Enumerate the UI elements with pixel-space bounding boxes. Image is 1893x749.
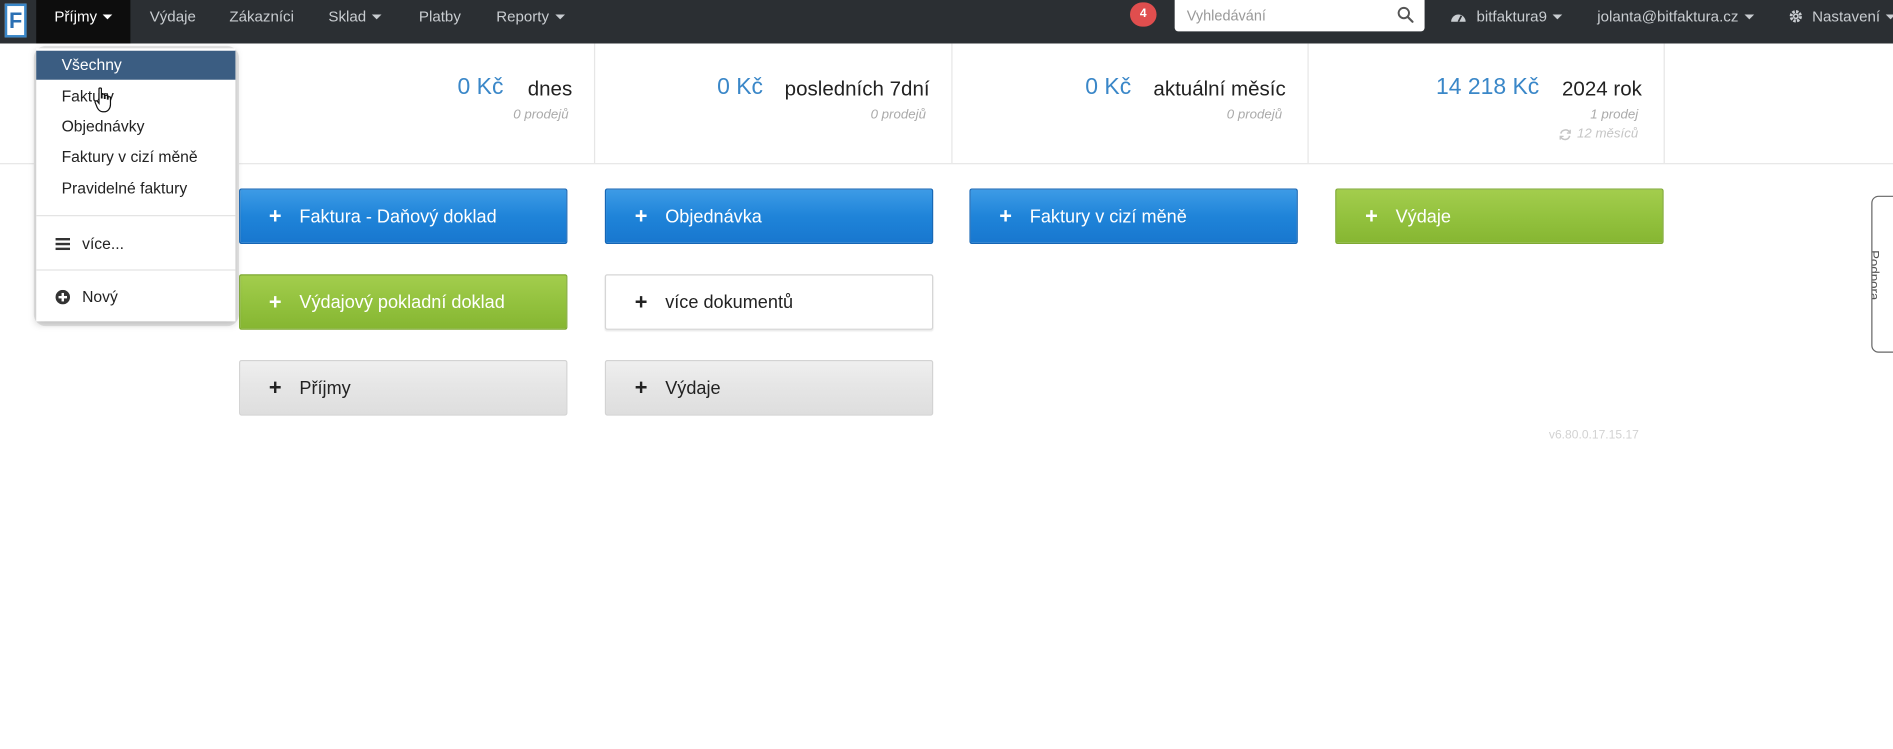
dropdown-menu: Všechny Faktury Objednávky Faktury v ciz…	[36, 48, 236, 322]
user-email: jolanta@bitfaktura.cz	[1597, 8, 1739, 26]
new-expense-receipt-button[interactable]: + Výdajový pokladní doklad	[239, 274, 568, 330]
support-tab[interactable]: Podpora	[1871, 195, 1893, 353]
plus-icon: +	[268, 375, 282, 400]
caret-down-icon	[1553, 14, 1563, 20]
nav-item-sklad[interactable]: Sklad	[328, 0, 382, 43]
notification-badge[interactable]: 4	[1130, 2, 1157, 27]
stat-year: 14 218 Kč 2024 rok 1 prodej 12 měsíců	[1309, 43, 1665, 164]
version-label: v6.80.0.17.15.17	[1548, 428, 1639, 443]
caret-down-icon	[1886, 14, 1893, 20]
account-label: bitfaktura9	[1476, 8, 1547, 26]
plus-icon: +	[1365, 204, 1378, 229]
new-expense-button[interactable]: + Výdaje	[1335, 188, 1664, 245]
menu-item-orders[interactable]: Objednávky	[36, 112, 235, 141]
settings-label: Nastavení	[1812, 8, 1881, 26]
stat-extra-label: 12 měsíců	[1576, 126, 1639, 142]
caret-down-icon	[1744, 14, 1755, 20]
stat-period: dnes	[527, 77, 573, 101]
nav-item-account[interactable]: bitfaktura9	[1450, 0, 1563, 43]
nav-item-settings[interactable]: Nastavení	[1788, 0, 1893, 43]
new-order-button[interactable]: + Objednávka	[604, 188, 934, 245]
menu-item-foreign-invoices[interactable]: Faktury v cizí měně	[36, 143, 235, 172]
stat-sales: 1 prodej	[1590, 107, 1639, 123]
button-label: Výdaje	[665, 377, 721, 399]
button-label: více dokumentů	[665, 291, 794, 313]
plus-circle-icon	[55, 289, 71, 304]
search-box	[1174, 0, 1425, 32]
caret-down-icon	[372, 14, 382, 20]
stat-today: 0 Kč dnes 0 prodejů	[238, 43, 596, 164]
top-navbar: F Příjmy Výdaje Zákazníci Sklad Platby R…	[0, 0, 1893, 44]
stat-period-toggle[interactable]: 12 měsíců	[1559, 127, 1638, 141]
income-button[interactable]: + Příjmy	[239, 360, 568, 416]
nav-item-prijmy[interactable]: Příjmy	[36, 0, 131, 44]
stat-period: posledních 7dní	[784, 77, 930, 101]
stat-month: 0 Kč aktuální měsíc 0 prodejů	[953, 43, 1309, 164]
button-label: Objednávka	[665, 205, 762, 227]
nav-item-zakaznici[interactable]: Zákazníci	[229, 0, 294, 43]
more-documents-button[interactable]: + více dokumentů	[604, 274, 934, 330]
stats-strip: 0 Kč dnes 0 prodejů 0 Kč posledních 7dní…	[0, 43, 1893, 165]
search-icon[interactable]	[1397, 6, 1414, 23]
expenses-button[interactable]: + Výdaje	[604, 360, 934, 416]
menu-item-more[interactable]: více...	[55, 234, 124, 253]
nav-item-platby[interactable]: Platby	[419, 0, 461, 43]
income-dropdown: Všechny Faktury Objednávky Faktury v ciz…	[33, 45, 240, 327]
menu-item-label: více...	[82, 234, 124, 253]
caret-down-icon	[103, 14, 113, 20]
app-logo[interactable]: F	[4, 3, 27, 38]
button-label: Faktury v cizí měně	[1029, 205, 1187, 227]
support-tab-label: Podpora	[1871, 250, 1881, 301]
nav-item-label: Platby	[418, 8, 461, 26]
stat-7days: 0 Kč posledních 7dní 0 prodejů	[595, 43, 953, 164]
stat-sales: 0 prodejů	[513, 107, 569, 123]
new-foreign-invoice-button[interactable]: + Faktury v cizí měně	[969, 188, 1298, 245]
app-stage: F Příjmy Výdaje Zákazníci Sklad Platby R…	[0, 0, 1893, 749]
button-label: Faktura - Daňový doklad	[299, 205, 497, 227]
button-label: Příjmy	[299, 377, 351, 399]
refresh-icon	[1559, 128, 1572, 140]
plus-icon: +	[268, 289, 282, 315]
menu-item-recurring-invoices[interactable]: Pravidelné faktury	[36, 174, 235, 203]
search-input[interactable]	[1174, 0, 1392, 32]
hand-pointer-icon	[94, 87, 112, 113]
stat-period: 2024 rok	[1561, 77, 1642, 101]
nav-item-vydaje[interactable]: Výdaje	[150, 0, 196, 43]
button-label: Výdaje	[1395, 205, 1451, 227]
plus-icon: +	[268, 204, 282, 229]
stat-period: aktuální měsíc	[1153, 77, 1286, 101]
stat-amount: 0 Kč	[717, 74, 763, 101]
dashboard-icon	[1451, 14, 1466, 23]
nav-item-label: Příjmy	[54, 8, 98, 26]
stat-amount: 14 218 Kč	[1435, 74, 1540, 101]
nav-item-label: Zákazníci	[229, 8, 294, 26]
menu-item-new[interactable]: Nový	[55, 287, 118, 306]
nav-item-reporty[interactable]: Reporty	[496, 0, 565, 43]
menu-divider	[36, 269, 236, 271]
stat-amount: 0 Kč	[457, 74, 504, 101]
plus-icon: +	[634, 204, 648, 229]
menu-item-label: Nový	[82, 287, 118, 306]
menu-lines-icon	[55, 237, 71, 250]
stat-amount: 0 Kč	[1085, 74, 1132, 101]
caret-down-icon	[555, 14, 565, 20]
plus-icon: +	[999, 204, 1012, 229]
gear-icon	[1789, 10, 1802, 23]
plus-icon: +	[634, 375, 648, 400]
plus-icon: +	[634, 289, 648, 315]
nav-item-label: Výdaje	[149, 8, 196, 26]
stat-sales: 0 prodejů	[1226, 107, 1283, 123]
new-invoice-button[interactable]: + Faktura - Daňový doklad	[239, 188, 568, 245]
menu-item-invoices[interactable]: Faktury	[36, 82, 235, 111]
stat-sales: 0 prodejů	[870, 107, 926, 123]
nav-item-user[interactable]: jolanta@bitfaktura.cz	[1597, 0, 1755, 43]
menu-item-all[interactable]: Všechny	[36, 50, 236, 80]
menu-divider	[36, 215, 236, 217]
nav-item-label: Sklad	[328, 8, 367, 26]
nav-item-label: Reporty	[496, 8, 550, 26]
button-label: Výdajový pokladní doklad	[299, 291, 505, 313]
